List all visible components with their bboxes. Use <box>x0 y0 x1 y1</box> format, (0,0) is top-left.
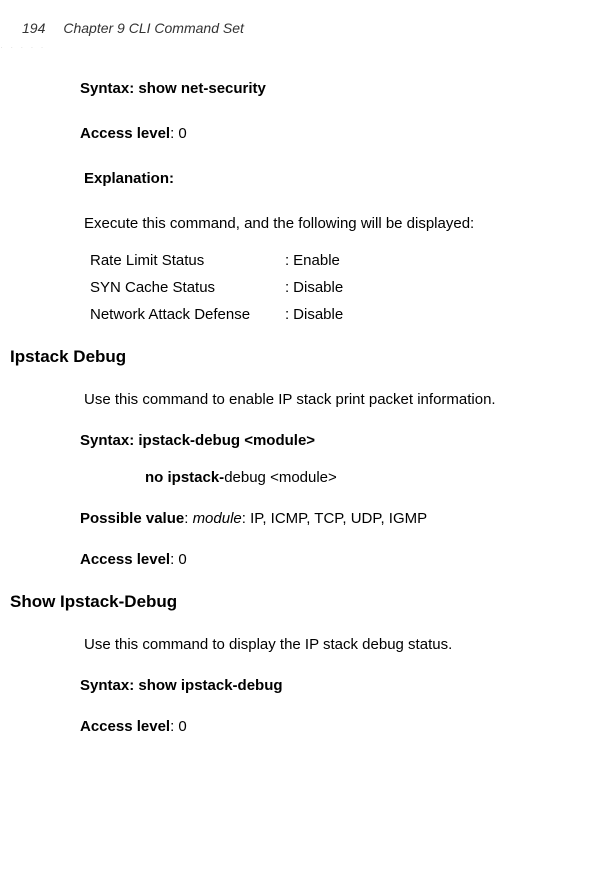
access-level-line: Access level: 0 <box>0 125 594 142</box>
page-header: 194 Chapter 9 CLI Command Set <box>0 0 594 41</box>
access-label: Access level <box>80 718 170 735</box>
syntax-value: show ipstack-debug <box>138 677 282 694</box>
access-level-line: Access level: 0 <box>0 718 594 735</box>
access-label: Access level <box>80 551 170 568</box>
show-ipstack-desc: Use this command to display the IP stack… <box>0 636 594 653</box>
possible-rest: : IP, ICMP, TCP, UDP, IGMP <box>242 510 427 527</box>
syntax2-rest: debug <module> <box>224 469 337 486</box>
syntax-label: Syntax: <box>80 677 134 694</box>
access-value: : 0 <box>170 718 187 735</box>
output-row: SYN Cache Status : Disable <box>90 279 594 296</box>
explanation-label: Explanation: <box>0 170 594 187</box>
output-label: Network Attack Defense <box>90 306 285 323</box>
chapter-title: Chapter 9 CLI Command Set <box>63 20 244 36</box>
syntax-label: Syntax: <box>80 80 134 97</box>
possible-value-line: Possible value: module: IP, ICMP, TCP, U… <box>0 510 594 527</box>
syntax-value: show net-security <box>138 80 266 97</box>
header-dots: . . . . . . . <box>0 40 55 48</box>
access-value: : 0 <box>170 125 187 142</box>
output-value: Disable <box>293 279 343 296</box>
output-row: Network Attack Defense : Disable <box>90 306 594 323</box>
output-sep: : <box>285 279 289 296</box>
section-heading-show-ipstack: Show Ipstack-Debug <box>0 592 594 612</box>
possible-sep: : <box>184 510 192 527</box>
section-heading-ipstack: Ipstack Debug <box>0 347 594 367</box>
syntax-line: Syntax: show net-security <box>0 80 594 97</box>
access-level-line: Access level: 0 <box>0 551 594 568</box>
syntax-line: Syntax: ipstack-debug <module> <box>0 432 594 449</box>
output-label: Rate Limit Status <box>90 252 285 269</box>
access-value: : 0 <box>170 551 187 568</box>
page-content: Syntax: show net-security Access level: … <box>0 41 594 735</box>
syntax-value: ipstack-debug <module> <box>138 432 315 449</box>
page-number: 194 <box>22 20 45 36</box>
possible-label: Possible value <box>80 510 184 527</box>
syntax2-bold: no ipstack- <box>145 469 224 486</box>
output-label: SYN Cache Status <box>90 279 285 296</box>
output-sep: : <box>285 252 289 269</box>
output-row: Rate Limit Status : Enable <box>90 252 594 269</box>
access-label: Access level <box>80 125 170 142</box>
syntax-line-2: no ipstack-debug <module> <box>0 469 594 486</box>
output-table: Rate Limit Status : Enable SYN Cache Sta… <box>0 252 594 323</box>
ipstack-desc: Use this command to enable IP stack prin… <box>0 391 594 408</box>
syntax-line: Syntax: show ipstack-debug <box>0 677 594 694</box>
output-value: Enable <box>293 252 340 269</box>
output-sep: : <box>285 306 289 323</box>
possible-italic: module <box>193 510 242 527</box>
syntax-label: Syntax: <box>80 432 134 449</box>
explanation-text: Execute this command, and the following … <box>0 215 594 232</box>
output-value: Disable <box>293 306 343 323</box>
